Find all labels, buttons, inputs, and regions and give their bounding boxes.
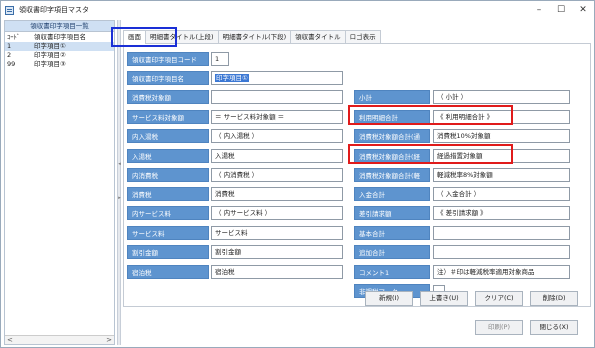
splitter-grip-icon: ◂ (118, 161, 121, 167)
name-label: 領収書印字項目名 (127, 71, 209, 85)
tab-logo-display[interactable]: ロゴ表示 (344, 30, 381, 43)
app-icon (5, 5, 14, 15)
print-button[interactable]: 印刷(P) (475, 320, 523, 335)
inner-bath-tax-label: 内入湯税 (127, 129, 209, 143)
service-label: サービス料 (127, 226, 209, 240)
list-column-headers: ｺｰﾄﾞ 領収書印字項目名 (5, 32, 114, 42)
scroll-left-icon[interactable]: < (7, 336, 13, 344)
list-item-code: 99 (7, 60, 16, 68)
inner-bath-tax-field[interactable]: （ 内入湯税 ） (211, 129, 343, 143)
overwrite-button[interactable]: 上書き(U) (420, 291, 468, 306)
new-button[interactable]: 新規(I) (365, 291, 413, 306)
payment-total-field[interactable]: （ 入金合計 ） (433, 187, 570, 201)
inner-service-label: 内サービス料 (127, 206, 209, 220)
service-target-label: サービス料対象額 (127, 110, 209, 124)
main-window: 領収書印字項目マスタ – ☐ ✕ 領収書印字項目一覧 ｺｰﾄﾞ 領収書印字項目名… (0, 0, 595, 348)
window-title: 領収書印字項目マスタ (19, 6, 89, 14)
service-target-field[interactable]: ＝ サービス料対象額 ＝ (211, 110, 343, 124)
inner-consumption-tax-field[interactable]: （ 内消費税 ） (211, 168, 343, 182)
subtotal-label: 小計 (354, 90, 430, 104)
maximize-button[interactable]: ☐ (550, 1, 572, 19)
close-button[interactable]: 閉じる(X) (530, 320, 578, 335)
tax-total-normal-field[interactable]: 消費税10%対象額 (433, 129, 570, 143)
highlight-box-normal (348, 105, 513, 125)
code-field[interactable]: 1 (211, 52, 229, 66)
list-item[interactable]: 1 印字項目① (5, 42, 114, 51)
detail-area: 画面 明細書タイトル(上段) 明細書タイトル(下段) 領収書タイトル ロゴ表示 … (123, 20, 591, 345)
close-window-button[interactable]: ✕ (572, 1, 594, 19)
tax-total-normal-label: 消費税対象額合計(通常) (354, 129, 430, 155)
basic-total-label: 基本合計 (354, 226, 430, 240)
list-header: 領収書印字項目一覧 (5, 21, 114, 32)
basic-total-field[interactable] (433, 226, 570, 240)
tax-target-field[interactable] (211, 90, 343, 104)
splitter-grip-icon: ▸ (118, 195, 121, 201)
clear-button[interactable]: クリア(C) (475, 291, 523, 306)
tax-total-reduced-label: 消費税対象額合計(軽減) (354, 168, 430, 194)
inner-service-field[interactable]: （ 内サービス料 ） (211, 206, 343, 220)
comment1-field[interactable]: 注）＃印は軽減税率適用対象商品 (433, 265, 570, 279)
minimize-button[interactable]: – (528, 1, 550, 19)
tab-screen[interactable]: 画面 (123, 30, 146, 44)
highlight-box-reduced (348, 144, 513, 164)
scroll-right-icon[interactable]: > (106, 336, 112, 344)
code-label: 領収書印字項目コード (127, 52, 209, 66)
item-list-panel: 領収書印字項目一覧 ｺｰﾄﾞ 領収書印字項目名 1 印字項目① 2 印字項目② … (4, 20, 115, 345)
discount-field[interactable]: 割引金額 (211, 245, 343, 259)
discount-label: 割引金額 (127, 245, 209, 259)
list-item[interactable]: 2 印字項目② (5, 51, 114, 60)
form-panel: 領収書印字項目コード 1 領収書印字項目名 印字項目① 消費税対象額 サービス料… (123, 43, 591, 307)
balance-due-field[interactable]: 《 差引請求額 》 (433, 206, 570, 220)
tab-receipt-title[interactable]: 領収書タイトル (290, 30, 346, 43)
inner-consumption-tax-label: 内消費税 (127, 168, 209, 182)
name-field-text: 印字項目① (215, 74, 249, 82)
lodging-tax-label: 宿泊税 (127, 265, 209, 279)
delete-button[interactable]: 削除(D) (530, 291, 578, 306)
tax-target-label: 消費税対象額 (127, 90, 209, 104)
payment-total-label: 入金合計 (354, 187, 430, 201)
tax-total-reduced-field[interactable]: 軽減税率8%対象額 (433, 168, 570, 182)
name-field[interactable]: 印字項目① (211, 71, 343, 85)
consumption-tax-field[interactable]: 消費税 (211, 187, 343, 201)
horizontal-scrollbar[interactable]: < > (5, 335, 114, 344)
comment1-label: コメント1 (354, 265, 430, 279)
bath-tax-field[interactable]: 入湯税 (211, 149, 343, 163)
balance-due-label: 差引請求額 (354, 206, 430, 220)
title-bar: 領収書印字項目マスタ – ☐ ✕ (1, 1, 594, 19)
bath-tax-label: 入湯税 (127, 149, 209, 163)
list-item[interactable]: 99 印字項目③ (5, 60, 114, 69)
subtotal-field[interactable]: （ 小計 ） (433, 90, 570, 104)
list-item-code: 1 (7, 42, 12, 50)
list-item-name: 印字項目② (34, 51, 66, 59)
list-item-code: 2 (7, 51, 12, 59)
lodging-tax-field[interactable]: 宿泊税 (211, 265, 343, 279)
consumption-tax-label: 消費税 (127, 187, 209, 201)
list-item-name: 印字項目① (34, 42, 66, 50)
additional-total-field[interactable] (433, 245, 570, 259)
service-field[interactable]: サービス料 (211, 226, 343, 240)
additional-total-label: 追加合計 (354, 245, 430, 259)
tab-statement-title-lower[interactable]: 明細書タイトル(下段) (217, 30, 292, 43)
list-item-name: 印字項目③ (34, 60, 66, 68)
panel-splitter[interactable]: ◂ ▸ (117, 20, 121, 345)
column-name[interactable]: 領収書印字項目名 (30, 32, 114, 42)
column-code[interactable]: ｺｰﾄﾞ (5, 32, 30, 42)
